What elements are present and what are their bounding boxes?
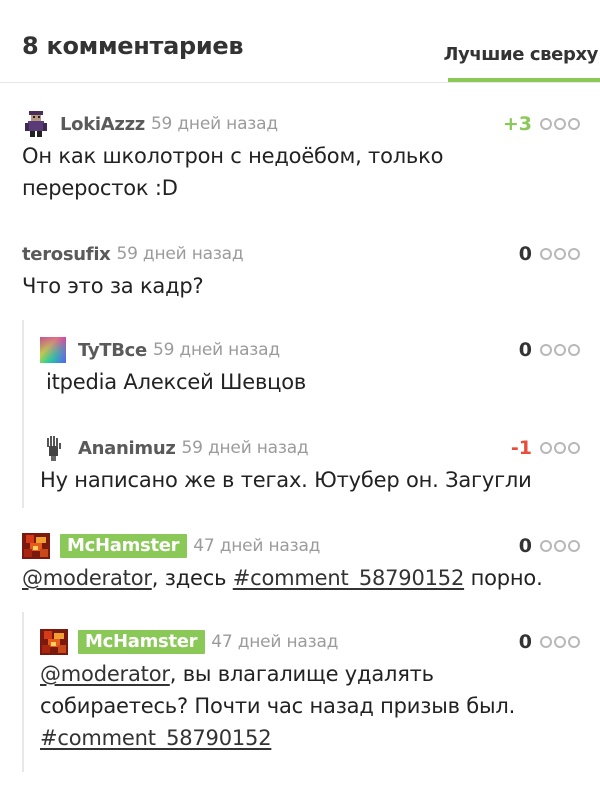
- comment-text-line: @moderator, вы влагалище удалять: [40, 658, 580, 690]
- comment-author[interactable]: terosufix: [22, 244, 111, 265]
- comment-meta: McHamster 47 дней назад: [22, 533, 320, 559]
- comment-anchor-link[interactable]: #comment_58790152: [40, 726, 272, 750]
- comment-text-fragment: , вы влагалище удалять: [169, 662, 434, 686]
- comment-actions-icon[interactable]: [540, 344, 580, 356]
- comments-count-title: 8 комментариев: [22, 32, 244, 60]
- comment-reply: Ananimuz 59 дней назад -1 Ну написано же…: [40, 435, 582, 500]
- comment-rating: -1: [510, 437, 532, 459]
- comment-text: Ну написано же в тегах. Ютубер он. Загуг…: [40, 468, 532, 492]
- comment: LokiAzzz 59 дней назад +3 Он как школотр…: [22, 111, 582, 208]
- comment-time[interactable]: 59 дней назад: [182, 438, 309, 458]
- comment-text-line: Он как школотрон с недоёбом, только: [22, 144, 444, 168]
- comment-meta: LokiAzzz 59 дней назад: [22, 111, 278, 137]
- sort-tab-best-first[interactable]: Лучшие сверху: [443, 44, 600, 65]
- comment-meta: terosufix 59 дней назад: [22, 242, 244, 266]
- comment-rating: 0: [518, 339, 532, 361]
- comment-rating: 0: [518, 631, 532, 653]
- comment-meta: TyTBce 59 дней назад: [40, 337, 280, 363]
- comment-text-line: #comment_58790152: [40, 722, 580, 754]
- fiery-avatar-icon[interactable]: [22, 533, 50, 559]
- comment-time[interactable]: 59 дней назад: [151, 114, 278, 134]
- comment-anchor-link[interactable]: #comment_58790152: [233, 566, 465, 590]
- comments-header: 8 комментариев Лучшие сверху: [0, 0, 600, 83]
- comment-reply: McHamster 47 дней назад 0 @moderator, вы…: [40, 629, 582, 760]
- comment-time[interactable]: 59 дней назад: [117, 244, 244, 264]
- comment-author-op-badge[interactable]: McHamster: [78, 630, 206, 654]
- comment-text: itpedia Алексей Шевцов: [46, 370, 307, 394]
- hand-avatar-icon[interactable]: [40, 435, 68, 461]
- comment-time[interactable]: 47 дней назад: [193, 536, 320, 556]
- pixel-character-avatar-icon[interactable]: [22, 111, 50, 137]
- fiery-avatar-icon[interactable]: [40, 629, 68, 655]
- mention-link[interactable]: @moderator: [22, 566, 152, 590]
- comment-text-fragment: порно.: [464, 566, 543, 590]
- mention-link[interactable]: @moderator: [40, 662, 170, 686]
- comment: McHamster 47 дней назад 0 @moderator, зд…: [22, 533, 582, 598]
- comment-meta: Ananimuz 59 дней назад: [40, 435, 309, 461]
- comment-meta: McHamster 47 дней назад: [40, 629, 338, 655]
- comment-rating: 0: [518, 243, 532, 265]
- comment-actions-icon[interactable]: [540, 442, 580, 454]
- comment-text: @moderator, здесь #comment_58790152 порн…: [22, 562, 543, 594]
- comment-author[interactable]: Ananimuz: [78, 438, 176, 459]
- comment-text-line: собираетесь? Почти час назад призыв был.: [40, 694, 516, 718]
- comment-time[interactable]: 59 дней назад: [153, 340, 280, 360]
- comment-actions-icon[interactable]: [540, 118, 580, 130]
- comment-author-op-badge[interactable]: McHamster: [60, 534, 188, 558]
- comment: terosufix 59 дней назад 0 Что это за кад…: [22, 242, 582, 306]
- comment-text: @moderator, вы влагалище удалять собирае…: [40, 658, 580, 754]
- comment-time[interactable]: 47 дней назад: [211, 632, 338, 652]
- comment-text-line: переросток :D: [22, 176, 178, 200]
- comment-rating: 0: [518, 535, 532, 557]
- comment-actions-icon[interactable]: [540, 248, 580, 260]
- comment-actions-icon[interactable]: [540, 540, 580, 552]
- comment-actions-icon[interactable]: [540, 636, 580, 648]
- comment-rating: +3: [502, 113, 532, 135]
- comment-author[interactable]: TyTBce: [78, 340, 147, 361]
- comment-text-fragment: , здесь: [151, 566, 233, 590]
- comment-reply: TyTBce 59 дней назад 0 itpedia Алексей Ш…: [40, 337, 582, 402]
- comment-text: Он как школотрон с недоёбом, только пере…: [22, 140, 443, 204]
- reply-thread-line[interactable]: [22, 612, 24, 772]
- gradient-square-avatar-icon[interactable]: [40, 337, 68, 363]
- comment-text: Что это за кадр?: [22, 274, 204, 298]
- reply-thread-line[interactable]: [22, 320, 24, 508]
- active-tab-indicator: [448, 78, 600, 82]
- comment-author[interactable]: LokiAzzz: [60, 114, 145, 135]
